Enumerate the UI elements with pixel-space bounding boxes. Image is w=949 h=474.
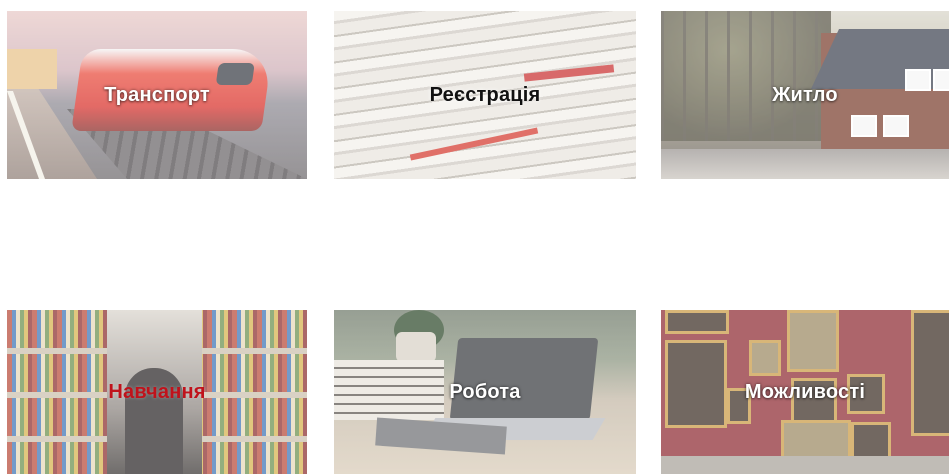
tile-transport[interactable]: Транспорт — [7, 11, 307, 179]
tile-housing[interactable]: Житло — [661, 11, 949, 179]
tile-label-opportunities: Можливості — [744, 380, 866, 403]
tile-opportunities[interactable]: Можливості — [661, 310, 949, 474]
tile-work[interactable]: Робота — [334, 310, 636, 474]
tile-label-housing: Житло — [772, 83, 838, 106]
tile-label-transport: Транспорт — [104, 83, 210, 106]
tile-label-work: Робота — [449, 380, 521, 403]
tile-label-education: Навчання — [108, 380, 206, 403]
tile-education[interactable]: Навчання — [7, 310, 307, 474]
tile-label-registration: Реєстрація — [429, 83, 541, 106]
tile-registration[interactable]: Реєстрація — [334, 11, 636, 179]
